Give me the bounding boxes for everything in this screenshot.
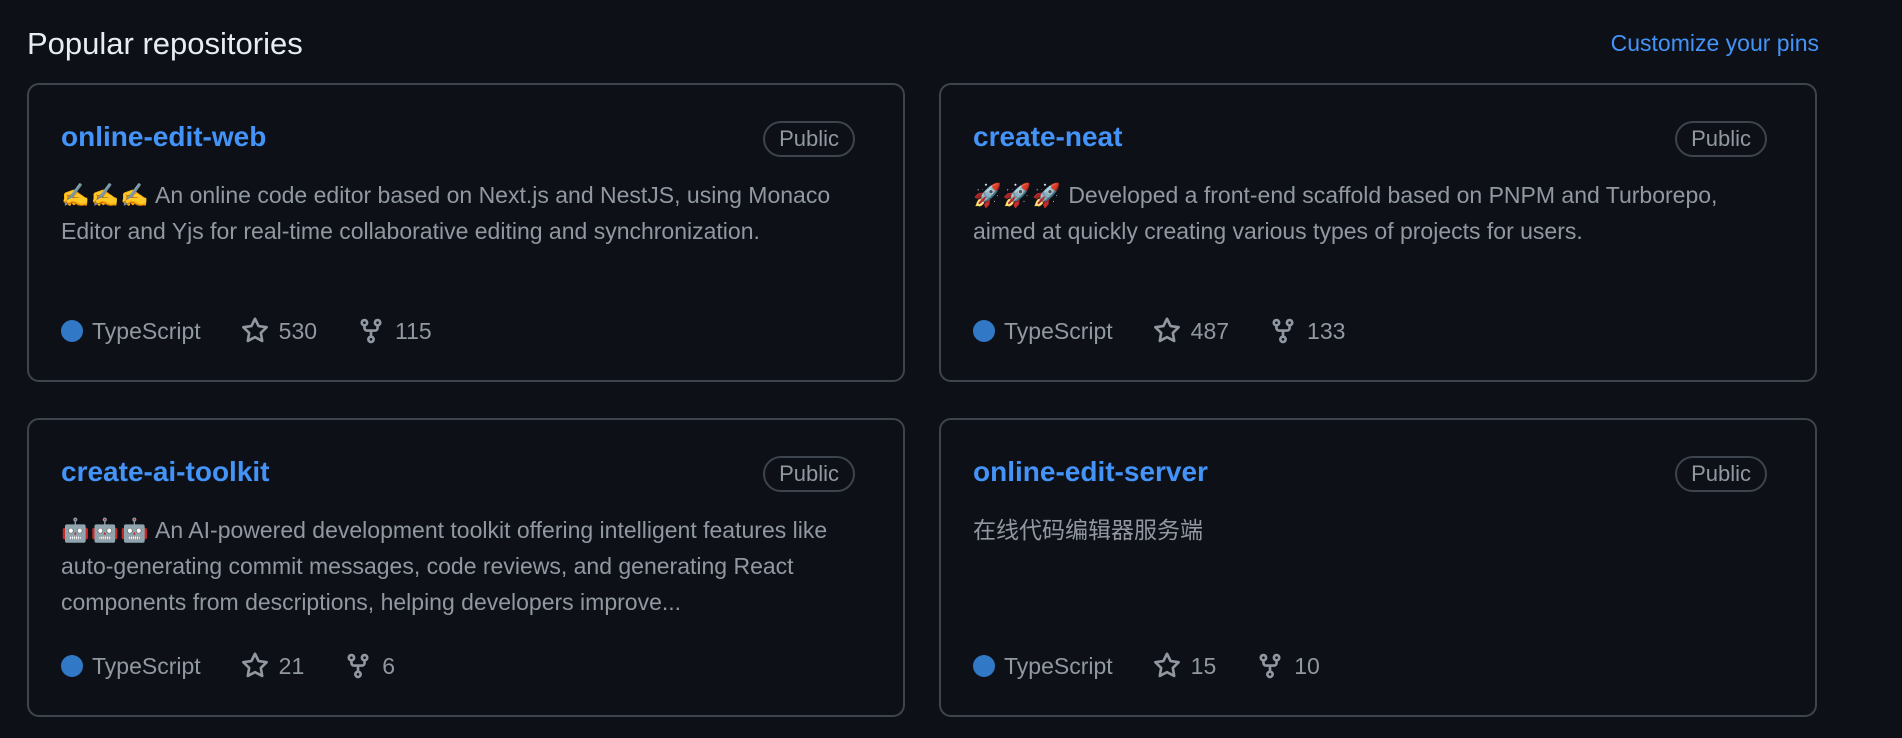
- section-title: Popular repositories: [27, 26, 303, 61]
- repo-meta: TypeScript 487 133: [973, 313, 1345, 349]
- repo-name-link[interactable]: online-edit-web: [61, 119, 266, 155]
- repo-description: ✍️✍️✍️ An online code editor based on Ne…: [61, 177, 871, 249]
- star-icon: [241, 317, 268, 343]
- language-label: TypeScript: [1004, 652, 1113, 679]
- repo-description: 在线代码编辑器服务端: [973, 512, 1783, 548]
- repo-meta: TypeScript 15 10: [973, 648, 1320, 684]
- forks-count: 133: [1307, 317, 1346, 344]
- stars-link[interactable]: 21: [241, 652, 305, 680]
- forks-link[interactable]: 115: [357, 317, 432, 345]
- repo-card: online-edit-server Public 在线代码编辑器服务端 Typ…: [939, 418, 1817, 717]
- language-color-dot-icon: [61, 655, 83, 677]
- forks-link[interactable]: 10: [1256, 652, 1320, 680]
- language-label: TypeScript: [1004, 317, 1113, 344]
- repo-name-link[interactable]: create-neat: [973, 119, 1122, 155]
- visibility-badge: Public: [1675, 121, 1767, 157]
- stars-count: 15: [1190, 652, 1217, 679]
- repo-card: create-neat Public 🚀🚀🚀 Developed a front…: [939, 83, 1817, 382]
- stars-count: 487: [1190, 317, 1230, 344]
- description-emoji: 🤖🤖🤖: [61, 517, 150, 543]
- stars-count: 21: [278, 652, 305, 679]
- repo-meta: TypeScript 530 115: [61, 313, 432, 349]
- repo-forked-icon: [1259, 653, 1281, 679]
- description-text: 在线代码编辑器服务端: [973, 517, 1203, 543]
- description-text: An online code editor based on Next.js a…: [61, 182, 831, 244]
- description-emoji: 🚀🚀🚀: [973, 182, 1062, 208]
- visibility-badge: Public: [763, 456, 855, 492]
- star-icon: [1153, 652, 1180, 678]
- description-text: An AI-powered development toolkit offeri…: [61, 517, 828, 615]
- repo-name-link[interactable]: online-edit-server: [973, 454, 1208, 490]
- repo-meta: TypeScript 21 6: [61, 648, 395, 684]
- stars-link[interactable]: 15: [1153, 652, 1217, 680]
- repo-forked-icon: [360, 318, 382, 344]
- star-icon: [1153, 317, 1180, 343]
- repo-forked-icon: [347, 653, 369, 679]
- repo-language: TypeScript: [61, 653, 201, 680]
- language-color-dot-icon: [973, 655, 995, 677]
- popular-repositories-header: Popular repositories Customize your pins: [27, 22, 1819, 66]
- star-icon: [241, 652, 268, 678]
- visibility-badge: Public: [1675, 456, 1767, 492]
- stars-count: 530: [278, 317, 318, 344]
- description-emoji: ✍️✍️✍️: [61, 182, 150, 208]
- description-text: Developed a front-end scaffold based on …: [973, 182, 1718, 244]
- customize-pins-link[interactable]: Customize your pins: [1611, 25, 1819, 61]
- language-label: TypeScript: [92, 652, 201, 679]
- forks-link[interactable]: 133: [1269, 317, 1345, 345]
- repo-language: TypeScript: [61, 318, 201, 345]
- repo-language: TypeScript: [973, 653, 1113, 680]
- repo-description: 🤖🤖🤖 An AI-powered development toolkit of…: [61, 512, 871, 620]
- forks-count: 10: [1294, 652, 1320, 679]
- repo-description: 🚀🚀🚀 Developed a front-end scaffold based…: [973, 177, 1783, 249]
- language-color-dot-icon: [973, 320, 995, 342]
- repo-name-link[interactable]: create-ai-toolkit: [61, 454, 270, 490]
- visibility-badge: Public: [763, 121, 855, 157]
- stars-link[interactable]: 530: [241, 317, 317, 345]
- forks-count: 6: [382, 652, 396, 679]
- repo-forked-icon: [1272, 318, 1294, 344]
- repo-language: TypeScript: [973, 318, 1113, 345]
- language-color-dot-icon: [61, 320, 83, 342]
- forks-link[interactable]: 6: [344, 652, 395, 680]
- forks-count: 115: [395, 317, 432, 344]
- repo-card: online-edit-web Public ✍️✍️✍️ An online …: [27, 83, 905, 382]
- stars-link[interactable]: 487: [1153, 317, 1229, 345]
- repo-card: create-ai-toolkit Public 🤖🤖🤖 An AI-power…: [27, 418, 905, 717]
- language-label: TypeScript: [92, 317, 201, 344]
